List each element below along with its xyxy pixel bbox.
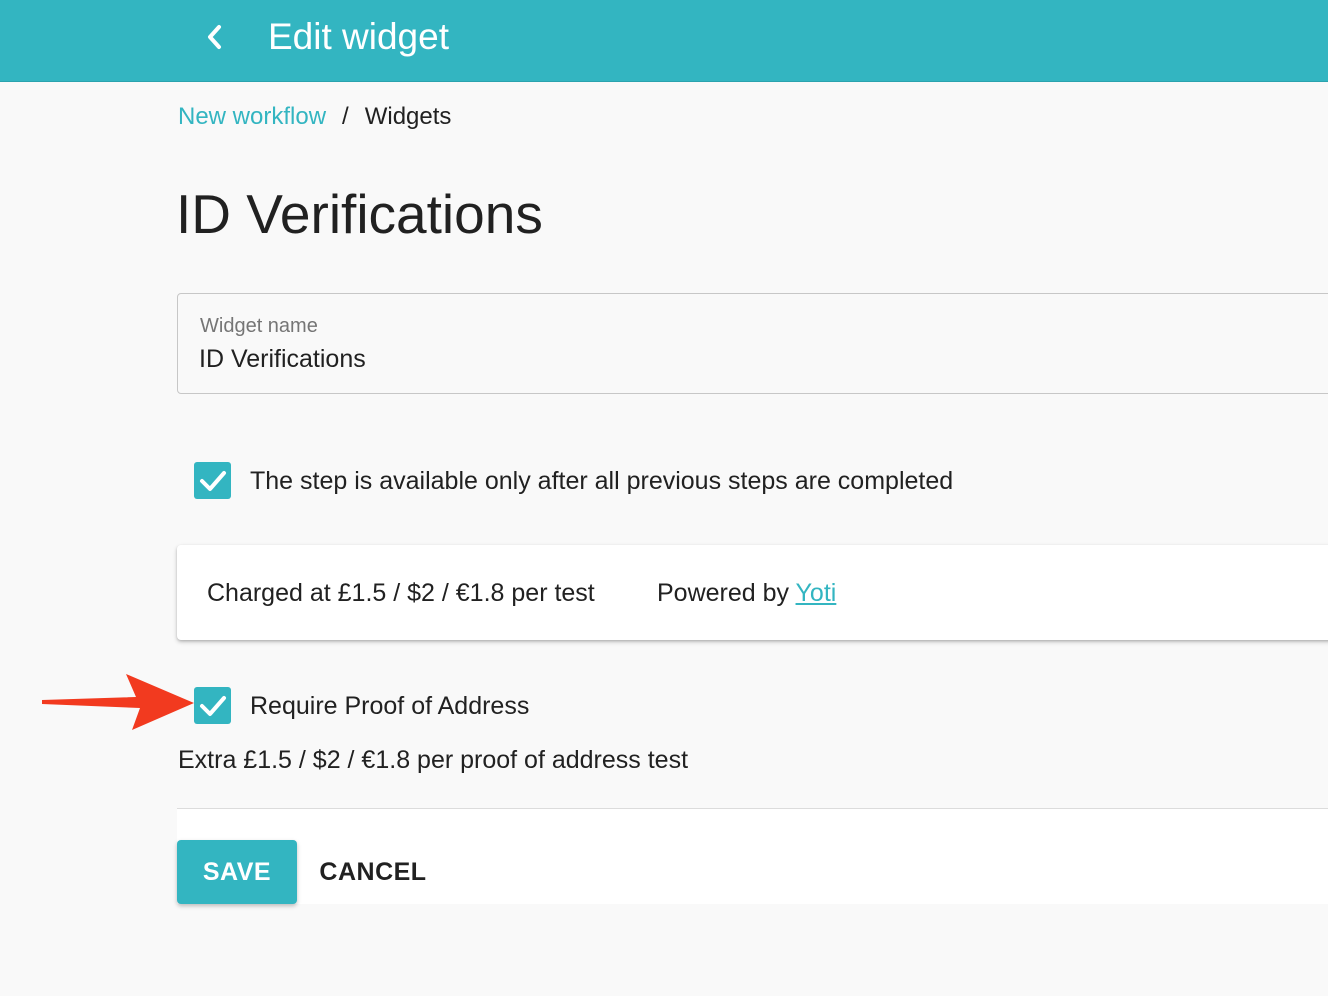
breadcrumb-current: Widgets [364,103,452,130]
checkmark-icon [199,695,226,716]
proof-of-address-option[interactable]: Require Proof of Address [194,687,529,724]
sequential-step-checkbox[interactable] [194,462,231,499]
sequential-step-option[interactable]: The step is available only after all pre… [194,462,953,499]
red-arrow-icon [42,674,194,730]
app-bar: Edit widget [0,0,1328,82]
yoti-link[interactable]: Yoti [796,579,837,607]
widget-name-input[interactable] [199,342,1299,376]
checkmark-icon [199,470,226,491]
breadcrumb-separator: / [342,103,349,130]
widget-name-field[interactable]: Widget name [177,293,1328,394]
pricing-card: Charged at £1.5 / $2 / €1.8 per test Pow… [177,545,1328,640]
action-footer: SAVE CANCEL [177,808,1328,904]
proof-of-address-extra-cost: Extra £1.5 / $2 / €1.8 per proof of addr… [178,746,689,774]
proof-of-address-label: Require Proof of Address [250,691,530,720]
chevron-left-icon [208,25,221,49]
charge-text: Charged at £1.5 / $2 / €1.8 per test [207,579,595,607]
cancel-button[interactable]: CANCEL [307,840,439,904]
powered-by-prefix: Powered by [657,579,790,607]
save-button[interactable]: SAVE [177,840,297,904]
back-button[interactable] [190,12,240,62]
powered-by-text: Powered by Yoti [657,577,836,609]
proof-of-address-checkbox[interactable] [194,687,231,724]
page-title: ID Verifications [176,183,543,245]
widget-name-label: Widget name [200,315,318,337]
breadcrumb: New workflow / Widgets [178,102,451,132]
app-bar-title: Edit widget [268,16,449,57]
sequential-step-label: The step is available only after all pre… [250,466,954,495]
breadcrumb-link-new-workflow[interactable]: New workflow [178,102,326,132]
